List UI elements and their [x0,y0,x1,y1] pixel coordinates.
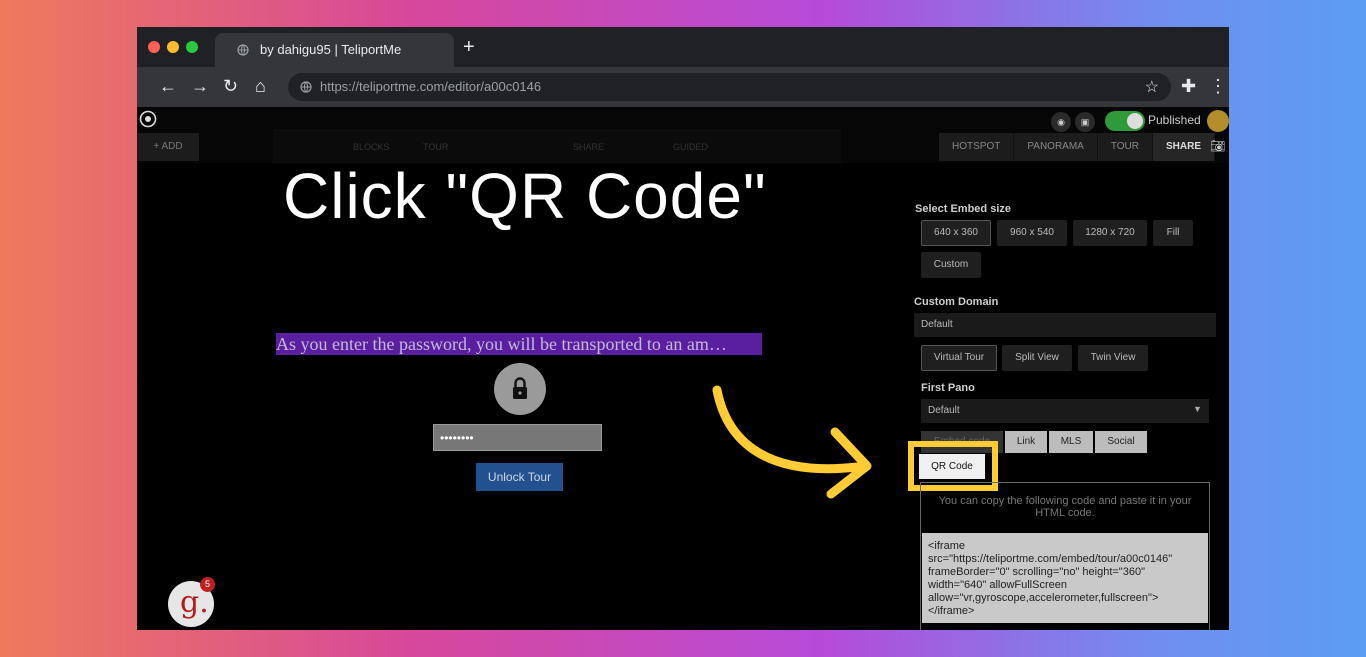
tutorial-arrow-icon [712,385,872,499]
notification-count-badge: 5 [200,577,215,592]
window-controls [148,41,198,53]
menu-kebab-icon[interactable]: ⋮ [1209,76,1227,97]
size-640-button[interactable]: 640 x 360 [921,220,991,246]
embed-size-label: Select Embed size [915,203,1011,215]
url-text: https://teliportme.com/editor/a00c0146 [320,79,542,94]
faint-tab-share[interactable]: SHARE [573,142,604,152]
new-tab-button[interactable]: + [463,36,475,59]
chevron-down-icon[interactable]: ▼ [1193,404,1202,414]
add-button[interactable]: + ADD [137,133,199,161]
user-avatar[interactable] [1207,110,1229,132]
minimize-window-button[interactable] [167,41,179,53]
address-bar[interactable]: https://teliportme.com/editor/a00c0146 ☆ [288,73,1171,101]
embed-code-box: You can copy the following code and past… [920,482,1210,630]
editor-app: + ADD BLOCKS TOUR SHARE GUIDED ◉ ▣ Publi… [137,107,1229,630]
size-custom-button[interactable]: Custom [921,252,981,278]
custom-domain-label: Custom Domain [914,296,999,308]
link-tab[interactable]: Link [1005,431,1047,453]
right-panel-tabs: HOTSPOT PANORAMA TOUR SHARE [939,133,1216,161]
size-fill-button[interactable]: Fill [1153,220,1193,246]
bookmark-star-icon[interactable]: ☆ [1145,77,1159,97]
faint-tab-blocks[interactable]: BLOCKS [353,142,390,152]
social-tab[interactable]: Social [1095,431,1147,453]
password-input[interactable]: •••••••• [433,424,602,451]
tab-title: by dahigu95 | TeliportMe [260,42,402,57]
lock-icon [494,363,546,415]
close-window-button[interactable] [148,41,160,53]
save-icon[interactable]: ▣ [1075,112,1095,132]
tab-panorama[interactable]: PANORAMA [1014,133,1098,161]
tab-share[interactable]: SHARE [1153,133,1216,161]
embed-instructions: You can copy the following code and past… [938,495,1192,519]
forward-icon[interactable]: → [191,76,209,97]
twin-view-button[interactable]: Twin View [1078,345,1148,371]
embed-code-textarea[interactable]: <iframe src="https://teliportme.com/embe… [922,533,1208,623]
tab-tour[interactable]: TOUR [1097,133,1153,161]
unlock-tour-button[interactable]: Unlock Tour [476,463,563,491]
password-prompt-text: As you enter the password, you will be t… [276,333,762,355]
tab-bar: by dahigu95 | TeliportMe + [137,27,1229,67]
first-pano-label: First Pano [921,382,975,394]
extensions-icon[interactable]: ✚ [1181,76,1196,97]
reload-icon[interactable]: ↻ [223,76,238,97]
virtual-tour-button[interactable]: Virtual Tour [921,345,997,371]
teliportme-logo-icon[interactable] [139,110,157,128]
chat-widget-button[interactable]: g. 5 [168,577,215,627]
home-icon[interactable]: ⌂ [255,76,266,97]
tutorial-headline: Click "QR Code" [283,160,767,232]
split-view-button[interactable]: Split View [1002,345,1072,371]
browser-toolbar: ← → ↻ ⌂ https://teliportme.com/editor/a0… [137,67,1229,107]
preview-eye-icon[interactable]: ◉ [1051,112,1071,132]
browser-window: by dahigu95 | TeliportMe + ← → ↻ ⌂ https… [137,27,1229,630]
maximize-window-button[interactable] [186,41,198,53]
camera-icon[interactable]: 📷︎ [1210,139,1225,153]
faint-tab-guided[interactable]: GUIDED [673,142,708,152]
faint-tab-tour[interactable]: TOUR [423,142,448,152]
back-icon[interactable]: ← [159,76,177,97]
published-label: Published [1148,113,1201,127]
header-icons: ◉ ▣ [1047,112,1095,132]
globe-icon [237,44,249,56]
browser-tab[interactable]: by dahigu95 | TeliportMe [215,33,454,67]
custom-domain-input[interactable]: Default [914,313,1216,337]
tab-hotspot[interactable]: HOTSPOT [939,133,1015,161]
toggle-knob [1127,113,1143,129]
publish-toggle[interactable] [1105,111,1145,131]
size-1280-button[interactable]: 1280 x 720 [1073,220,1147,246]
first-pano-select[interactable]: Default [921,399,1209,423]
mls-tab[interactable]: MLS [1049,431,1093,453]
size-960-button[interactable]: 960 x 540 [997,220,1067,246]
faint-center-tabs: BLOCKS TOUR SHARE GUIDED [273,129,841,163]
site-info-icon[interactable] [300,81,312,93]
